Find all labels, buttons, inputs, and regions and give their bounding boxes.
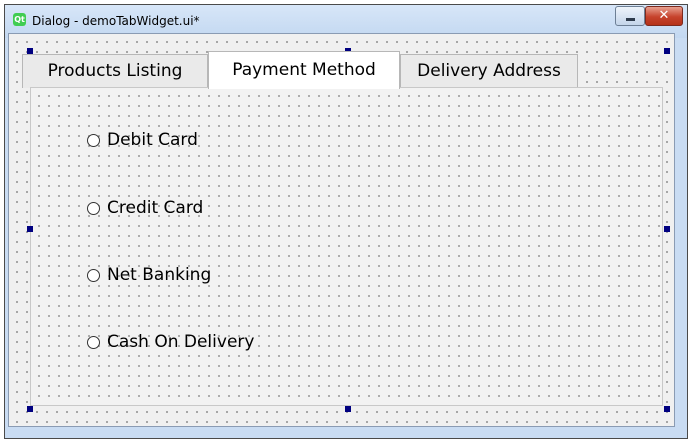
radio-label: Cash On Delivery [107,332,255,352]
radio-indicator[interactable] [87,201,100,215]
radio-indicator[interactable] [87,268,100,282]
tab-bar: Products Listing Payment Method Delivery… [22,51,578,89]
resize-handle-top-right[interactable] [664,48,670,54]
window-title: Dialog - demoTabWidget.ui* [32,14,200,28]
radio-label: Net Banking [107,265,212,285]
resize-handle-bottom-left[interactable] [27,406,33,412]
close-button[interactable]: ✕ [645,6,683,26]
tab-products-listing[interactable]: Products Listing [22,54,208,88]
radio-net-banking[interactable]: Net Banking [87,264,211,286]
tab-delivery-address[interactable]: Delivery Address [400,54,578,88]
radio-cash-on-delivery[interactable]: Cash On Delivery [87,331,254,353]
close-icon: ✕ [658,8,670,23]
radio-indicator[interactable] [87,133,100,147]
resize-handle-bottom-center[interactable] [345,406,351,412]
tab-payment-method[interactable]: Payment Method [208,51,400,89]
resize-handle-middle-left[interactable] [27,226,33,232]
radio-indicator[interactable] [87,335,100,349]
resize-handle-top-left[interactable] [27,48,33,54]
resize-handle-middle-right[interactable] [664,226,670,232]
minimize-button[interactable] [615,6,645,26]
resize-handle-bottom-right[interactable] [664,406,670,412]
radio-label: Credit Card [107,198,204,218]
radio-credit-card[interactable]: Credit Card [87,197,203,219]
qt-logo-icon: Qt [13,13,26,26]
radio-label: Debit Card [107,130,198,150]
minimize-icon [626,18,635,21]
tab-pane-payment-method: Debit Card Credit Card Net Banking Cash … [30,87,663,406]
radio-debit-card[interactable]: Debit Card [87,129,198,151]
